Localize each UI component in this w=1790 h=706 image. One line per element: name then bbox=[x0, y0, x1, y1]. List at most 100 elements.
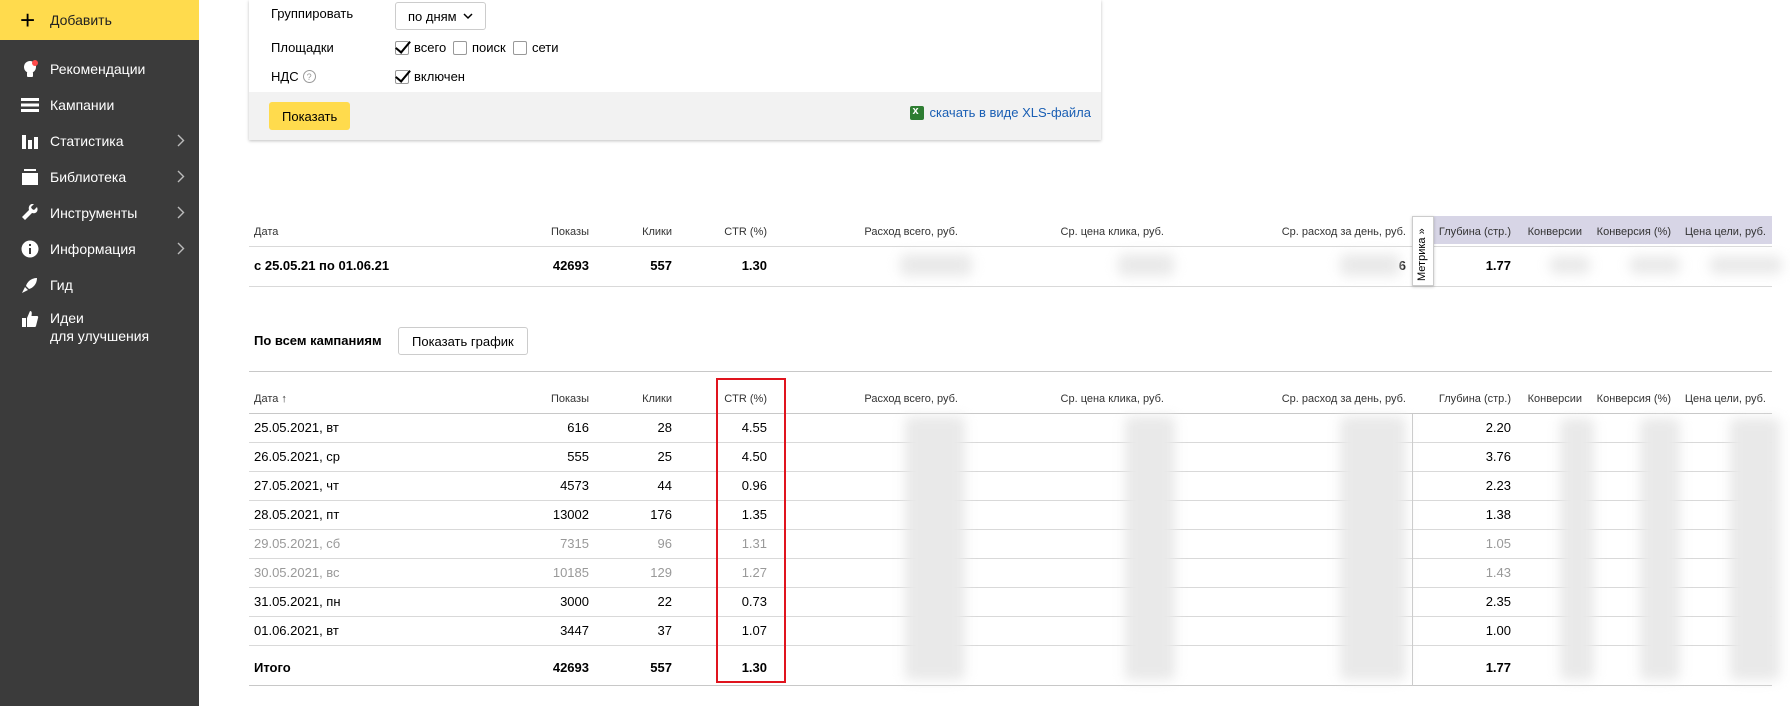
sidebar-nav: Рекомендации Кампании Статистика Библиотека… bbox=[0, 51, 199, 351]
summary-clicks: 557 bbox=[650, 258, 672, 273]
redacted-value bbox=[1550, 256, 1590, 274]
row-divider bbox=[249, 471, 1772, 472]
row-depth: 2.35 bbox=[1485, 594, 1511, 609]
sidebar-item-5[interactable]: Информация bbox=[0, 231, 199, 267]
column-header[interactable]: Расход всего, руб. bbox=[864, 226, 958, 238]
row-clicks: 22 bbox=[657, 594, 672, 609]
sidebar-item-label: Рекомендации bbox=[50, 61, 146, 77]
library-icon bbox=[20, 167, 40, 187]
row-divider bbox=[249, 616, 1772, 617]
column-header[interactable]: Дата ↑ bbox=[254, 393, 287, 405]
column-header[interactable]: Ср. цена клика, руб. bbox=[1061, 393, 1164, 405]
row-clicks: 44 bbox=[657, 478, 672, 493]
site-checkbox-search[interactable]: поиск bbox=[453, 40, 506, 55]
redacted-value bbox=[905, 416, 965, 680]
sidebar-item-6[interactable]: Гид bbox=[0, 267, 199, 303]
total-label: Итого bbox=[254, 660, 291, 675]
row-depth: 1.43 bbox=[1485, 565, 1511, 580]
row-date: 28.05.2021, пт bbox=[254, 507, 340, 522]
sidebar-item-0[interactable]: Рекомендации bbox=[0, 51, 199, 87]
row-clicks: 176 bbox=[650, 507, 672, 522]
row-date: 30.05.2021, вс bbox=[254, 565, 340, 580]
redacted-value bbox=[900, 254, 972, 276]
plus-icon: + bbox=[20, 5, 36, 35]
column-header[interactable]: Клики bbox=[642, 393, 672, 405]
sidebar-item-7[interactable]: Идеи для улучшения bbox=[0, 303, 199, 351]
checkbox-icon bbox=[453, 40, 467, 55]
chevron-right-icon bbox=[177, 206, 185, 219]
column-header[interactable]: Глубина (стр.) bbox=[1439, 226, 1511, 238]
redacted-value bbox=[1630, 256, 1680, 274]
column-header[interactable]: Конверсия (%) bbox=[1597, 226, 1671, 238]
row-shows: 4573 bbox=[560, 478, 589, 493]
row-clicks: 28 bbox=[657, 420, 672, 435]
row-shows: 13002 bbox=[552, 507, 589, 522]
vat-label-wrap: НДС ? bbox=[271, 69, 316, 84]
sidebar-item-2[interactable]: Статистика bbox=[0, 123, 199, 159]
redacted-value bbox=[1710, 256, 1782, 274]
column-header[interactable]: Конверсия (%) bbox=[1597, 393, 1671, 405]
column-header[interactable]: Дата bbox=[254, 226, 278, 238]
ctr-highlight-frame bbox=[716, 378, 786, 683]
add-button[interactable]: + Добавить bbox=[0, 0, 199, 40]
row-divider bbox=[249, 529, 1772, 530]
sidebar-item-label: Идеи для улучшения bbox=[50, 310, 150, 344]
show-button[interactable]: Показать bbox=[269, 102, 351, 130]
divider bbox=[249, 246, 1772, 247]
redacted-value bbox=[1340, 254, 1400, 276]
row-shows: 3447 bbox=[560, 623, 589, 638]
row-divider bbox=[249, 645, 1772, 646]
redacted-value bbox=[1340, 416, 1406, 680]
table-bottom-border bbox=[249, 685, 1772, 686]
total-depth: 1.77 bbox=[1485, 660, 1511, 675]
show-graph-button[interactable]: Показать график bbox=[398, 327, 528, 355]
total-clicks: 557 bbox=[650, 660, 672, 675]
column-header[interactable]: Ср. расход за день, руб. bbox=[1282, 393, 1406, 405]
column-header[interactable]: Конверсии bbox=[1528, 393, 1582, 405]
info-icon bbox=[20, 239, 40, 259]
column-header[interactable]: Цена цели, руб. bbox=[1685, 393, 1766, 405]
sidebar-item-label: Кампании bbox=[50, 97, 115, 113]
column-header[interactable]: Ср. расход за день, руб. bbox=[1282, 226, 1406, 238]
column-header[interactable]: Расход всего, руб. bbox=[864, 393, 958, 405]
total-shows: 42693 bbox=[552, 660, 589, 675]
column-header[interactable]: Показы bbox=[551, 226, 589, 238]
row-depth: 1.05 bbox=[1485, 536, 1511, 551]
row-divider bbox=[249, 558, 1772, 559]
rocket-icon bbox=[20, 275, 40, 295]
column-header[interactable]: Показы bbox=[551, 393, 589, 405]
sidebar-item-4[interactable]: Инструменты bbox=[0, 195, 199, 231]
row-depth: 1.00 bbox=[1485, 623, 1511, 638]
chevron-right-icon bbox=[177, 170, 185, 183]
divider bbox=[249, 286, 1772, 287]
checkbox-checked-icon bbox=[395, 69, 409, 84]
row-depth: 3.76 bbox=[1485, 449, 1511, 464]
sidebar: + Добавить Рекомендации Кампании Статистик… bbox=[0, 0, 199, 706]
chevron-right-icon bbox=[177, 242, 185, 255]
site-checkbox-all[interactable]: всего bbox=[395, 40, 446, 55]
group-select-value: по дням bbox=[408, 8, 457, 24]
row-clicks: 96 bbox=[657, 536, 672, 551]
column-header[interactable]: Цена цели, руб. bbox=[1685, 226, 1766, 238]
column-header[interactable]: Ср. цена клика, руб. bbox=[1061, 226, 1164, 238]
help-icon[interactable]: ? bbox=[302, 70, 316, 83]
column-header[interactable]: Конверсии bbox=[1528, 226, 1582, 238]
download-xls-link[interactable]: скачать в виде XLS-файла bbox=[909, 105, 1091, 120]
sidebar-item-3[interactable]: Библиотека bbox=[0, 159, 199, 195]
summary-date: с 25.05.21 по 01.06.21 bbox=[254, 258, 390, 273]
summary-shows: 42693 bbox=[552, 258, 589, 273]
sidebar-item-label: Инструменты bbox=[50, 205, 138, 221]
column-header[interactable]: CTR (%) bbox=[724, 226, 767, 238]
sidebar-item-1[interactable]: Кампании bbox=[0, 87, 199, 123]
campaigns-title: По всем кампаниям bbox=[254, 333, 382, 348]
column-header[interactable]: Клики bbox=[642, 226, 672, 238]
group-select[interactable]: по дням bbox=[395, 2, 486, 30]
vat-checkbox[interactable]: включен bbox=[395, 69, 465, 84]
row-depth: 2.20 bbox=[1485, 420, 1511, 435]
site-checkbox-networks[interactable]: сети bbox=[513, 40, 559, 55]
row-shows: 3000 bbox=[560, 594, 589, 609]
bar-chart-icon bbox=[20, 131, 40, 151]
metrika-toggle-tab[interactable]: Метрика » bbox=[1412, 216, 1434, 286]
column-header[interactable]: Глубина (стр.) bbox=[1439, 393, 1511, 405]
sidebar-item-label: Информация bbox=[50, 241, 136, 257]
